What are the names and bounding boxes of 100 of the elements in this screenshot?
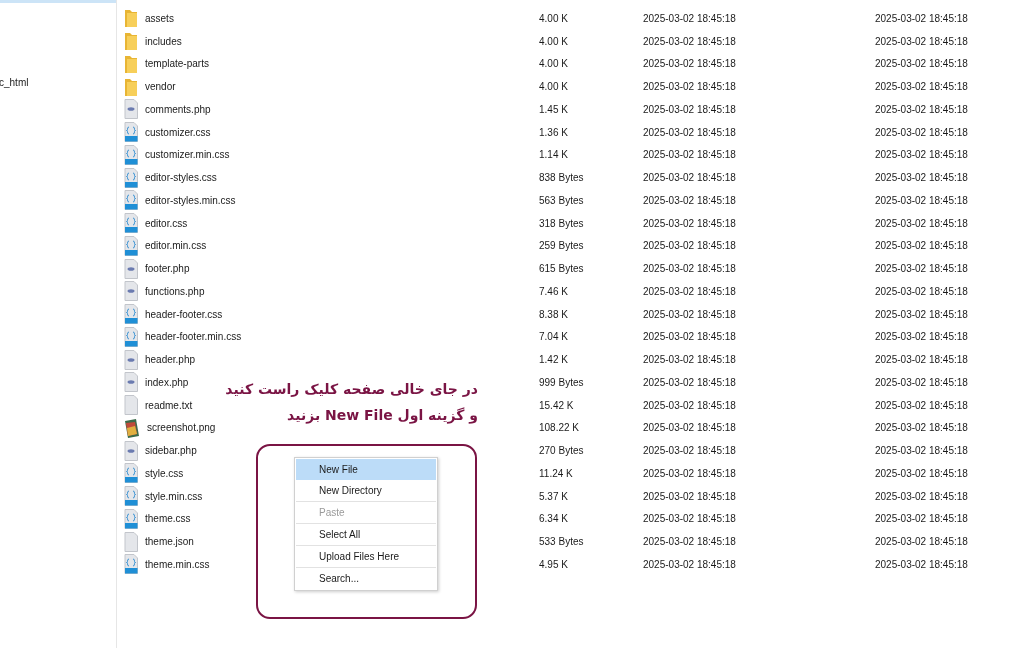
file-name[interactable]: assets	[145, 10, 174, 26]
created-date: 2025-03-02 18:45:18	[875, 262, 968, 277]
css-file-icon	[124, 167, 138, 188]
created-date: 2025-03-02 18:45:18	[875, 330, 968, 345]
file-name[interactable]: header.php	[145, 352, 196, 368]
created-date: 2025-03-02 18:45:18	[875, 57, 968, 72]
created-date: 2025-03-02 18:45:18	[875, 489, 968, 504]
modified-date: 2025-03-02 18:45:18	[643, 444, 737, 459]
created-date: 2025-03-02 18:45:18	[875, 307, 968, 322]
modified-date: 2025-03-02 18:45:18	[643, 398, 737, 413]
file-name[interactable]: editor-styles.min.css	[145, 192, 236, 208]
document-icon	[124, 531, 138, 552]
file-name[interactable]: theme.json	[145, 534, 194, 550]
modified-date: 2025-03-02 18:45:18	[643, 171, 737, 186]
file-name[interactable]: style.min.css	[145, 488, 203, 504]
file-size: 7.46 K	[539, 284, 569, 299]
modified-date: 2025-03-02 18:45:18	[643, 375, 737, 390]
file-name[interactable]: functions.php	[145, 283, 205, 299]
menu-item[interactable]: New Directory	[296, 480, 436, 501]
css-file-icon	[124, 235, 138, 256]
modified-date: 2025-03-02 18:45:18	[643, 80, 737, 95]
file-name[interactable]: comments.php	[145, 101, 211, 117]
file-name[interactable]: header-footer.css	[145, 306, 223, 322]
modified-date: 2025-03-02 18:45:18	[643, 148, 737, 163]
file-name[interactable]: editor-styles.css	[145, 170, 217, 186]
modified-date: 2025-03-02 18:45:18	[643, 34, 737, 49]
menu-item[interactable]: Select All	[296, 524, 436, 545]
file-name[interactable]: includes	[145, 33, 182, 49]
file-name[interactable]: theme.min.css	[145, 556, 210, 572]
modified-date: 2025-03-02 18:45:18	[643, 262, 737, 277]
file-size: 318 Bytes	[539, 216, 585, 231]
file-size: 4.00 K	[539, 80, 569, 95]
modified-date: 2025-03-02 18:45:18	[643, 11, 737, 26]
file-name[interactable]: customizer.css	[145, 124, 211, 140]
file-size: 563 Bytes	[539, 193, 585, 208]
php-file-icon	[124, 349, 138, 370]
modified-date: 2025-03-02 18:45:18	[643, 512, 737, 527]
file-size: 5.37 K	[539, 489, 569, 504]
file-size: 1.36 K	[539, 125, 569, 140]
modified-date: 2025-03-02 18:45:18	[643, 535, 737, 550]
document-icon	[124, 395, 138, 416]
file-size: 838 Bytes	[539, 171, 585, 186]
file-name[interactable]: sidebar.php	[145, 443, 197, 459]
modified-date: 2025-03-02 18:45:18	[643, 557, 737, 572]
created-date: 2025-03-02 18:45:18	[875, 444, 968, 459]
file-name[interactable]: footer.php	[145, 261, 190, 277]
css-file-icon	[124, 508, 138, 529]
file-name[interactable]: vendor	[145, 79, 176, 95]
menu-item[interactable]: New File	[296, 459, 436, 480]
file-name[interactable]: editor.css	[145, 215, 188, 231]
file-name[interactable]: editor.min.css	[145, 238, 207, 254]
file-name[interactable]: template-parts	[145, 56, 209, 72]
file-size: 4.00 K	[539, 11, 569, 26]
created-date: 2025-03-02 18:45:18	[875, 171, 968, 186]
css-file-icon	[124, 486, 138, 507]
file-name[interactable]: header-footer.min.css	[145, 329, 242, 345]
folder-tree-item[interactable]: c_html	[0, 75, 116, 91]
file-name[interactable]: customizer.min.css	[145, 147, 230, 163]
css-file-icon	[124, 463, 138, 484]
created-date: 2025-03-02 18:45:18	[875, 102, 968, 117]
file-size: 4.00 K	[539, 34, 569, 49]
folder-icon	[124, 31, 138, 52]
file-name[interactable]: theme.css	[145, 511, 191, 527]
file-size: 1.45 K	[539, 102, 569, 117]
modified-date: 2025-03-02 18:45:18	[643, 421, 737, 436]
modified-date: 2025-03-02 18:45:18	[643, 216, 737, 231]
css-file-icon	[124, 554, 138, 575]
file-name[interactable]: screenshot.png	[147, 420, 216, 436]
file-size: 4.95 K	[539, 557, 569, 572]
created-date: 2025-03-02 18:45:18	[875, 421, 968, 436]
css-file-icon	[124, 122, 138, 143]
menu-item[interactable]: Upload Files Here	[296, 546, 436, 567]
modified-date: 2025-03-02 18:45:18	[643, 353, 737, 368]
file-name[interactable]: style.css	[145, 465, 184, 481]
created-date: 2025-03-02 18:45:18	[875, 466, 968, 481]
created-date: 2025-03-02 18:45:18	[875, 353, 968, 368]
created-date: 2025-03-02 18:45:18	[875, 125, 968, 140]
file-size: 4.00 K	[539, 57, 569, 72]
css-file-icon	[124, 190, 138, 211]
css-file-icon	[124, 144, 138, 165]
file-name[interactable]: readme.txt	[145, 397, 193, 413]
file-name[interactable]: index.php	[145, 374, 189, 390]
file-size: 6.34 K	[539, 512, 569, 527]
created-date: 2025-03-02 18:45:18	[875, 193, 968, 208]
created-date: 2025-03-02 18:45:18	[875, 557, 968, 572]
file-size: 15.42 K	[539, 398, 575, 413]
file-size: 615 Bytes	[539, 262, 585, 277]
instruction-text: و گزینه اول New File بزنید	[287, 406, 478, 426]
image-file-icon	[124, 417, 140, 438]
file-size: 7.04 K	[539, 330, 569, 345]
file-size: 8.38 K	[539, 307, 569, 322]
css-file-icon	[124, 304, 138, 325]
folder-icon	[124, 8, 138, 29]
php-file-icon	[124, 258, 138, 279]
modified-date: 2025-03-02 18:45:18	[643, 284, 737, 299]
css-file-icon	[124, 213, 138, 234]
created-date: 2025-03-02 18:45:18	[875, 80, 968, 95]
file-size: 259 Bytes	[539, 239, 585, 254]
menu-item[interactable]: Search...	[296, 568, 436, 589]
modified-date: 2025-03-02 18:45:18	[643, 489, 737, 504]
